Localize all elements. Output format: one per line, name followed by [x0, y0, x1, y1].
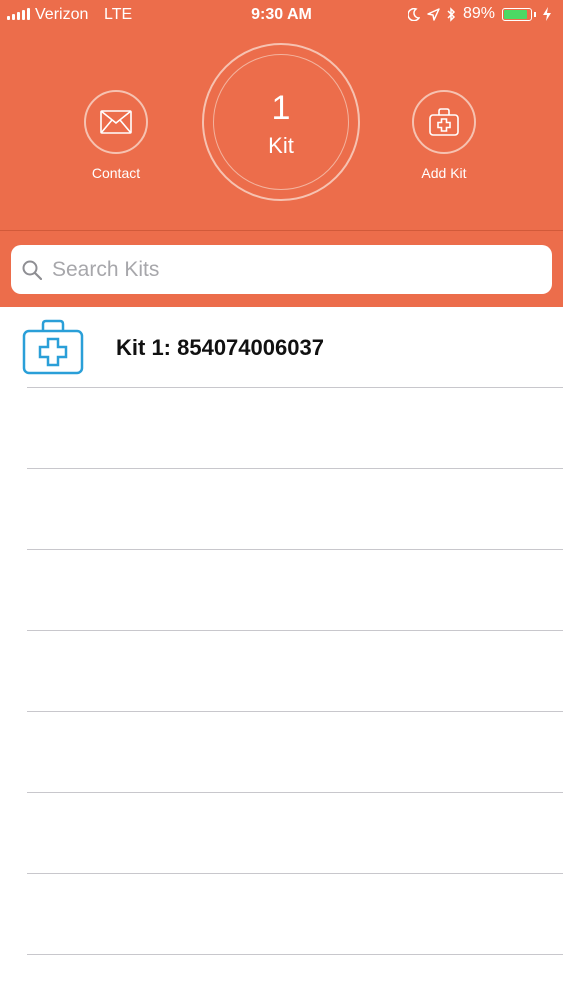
bluetooth-icon: [447, 6, 456, 22]
empty-row: [0, 631, 563, 712]
search-icon: [22, 260, 42, 280]
envelope-icon: [100, 110, 132, 134]
add-kit-button[interactable]: [412, 90, 476, 154]
contact-button[interactable]: [84, 90, 148, 154]
empty-row: [0, 550, 563, 631]
contact-label[interactable]: Contact: [56, 165, 176, 181]
battery-percent: 89%: [462, 5, 495, 22]
kit-count-value: 1: [271, 89, 291, 127]
charging-bolt-icon: [543, 7, 551, 21]
status-bar: Verizon LTE 9:30 AM 89%: [0, 0, 563, 30]
location-arrow-icon: [427, 7, 440, 21]
kit-row-label[interactable]: Kit 1: 854074006037: [116, 335, 324, 361]
search-bar[interactable]: [11, 245, 552, 294]
empty-row: [0, 712, 563, 793]
kit-list: Kit 1: 854074006037: [0, 307, 563, 955]
add-kit-label[interactable]: Add Kit: [384, 165, 504, 181]
kit-count-label: Kit: [268, 133, 294, 158]
search-input[interactable]: [50, 256, 534, 283]
header-divider: [0, 230, 563, 231]
empty-row: [0, 874, 563, 955]
row-divider: [27, 954, 563, 955]
empty-row: [0, 469, 563, 550]
moon-icon: [407, 7, 420, 21]
status-icons: 89%: [407, 5, 551, 23]
battery-tip: [534, 11, 536, 17]
first-aid-kit-icon: [22, 319, 84, 375]
header: Verizon LTE 9:30 AM 89% Contact 1 Kit Ad…: [0, 0, 563, 307]
empty-row: [0, 793, 563, 874]
first-aid-kit-icon: [429, 108, 459, 136]
kit-row[interactable]: Kit 1: 854074006037: [0, 307, 563, 388]
kit-count-ring: 1 Kit: [202, 43, 360, 201]
empty-row: [0, 388, 563, 469]
battery-icon: [502, 7, 532, 21]
